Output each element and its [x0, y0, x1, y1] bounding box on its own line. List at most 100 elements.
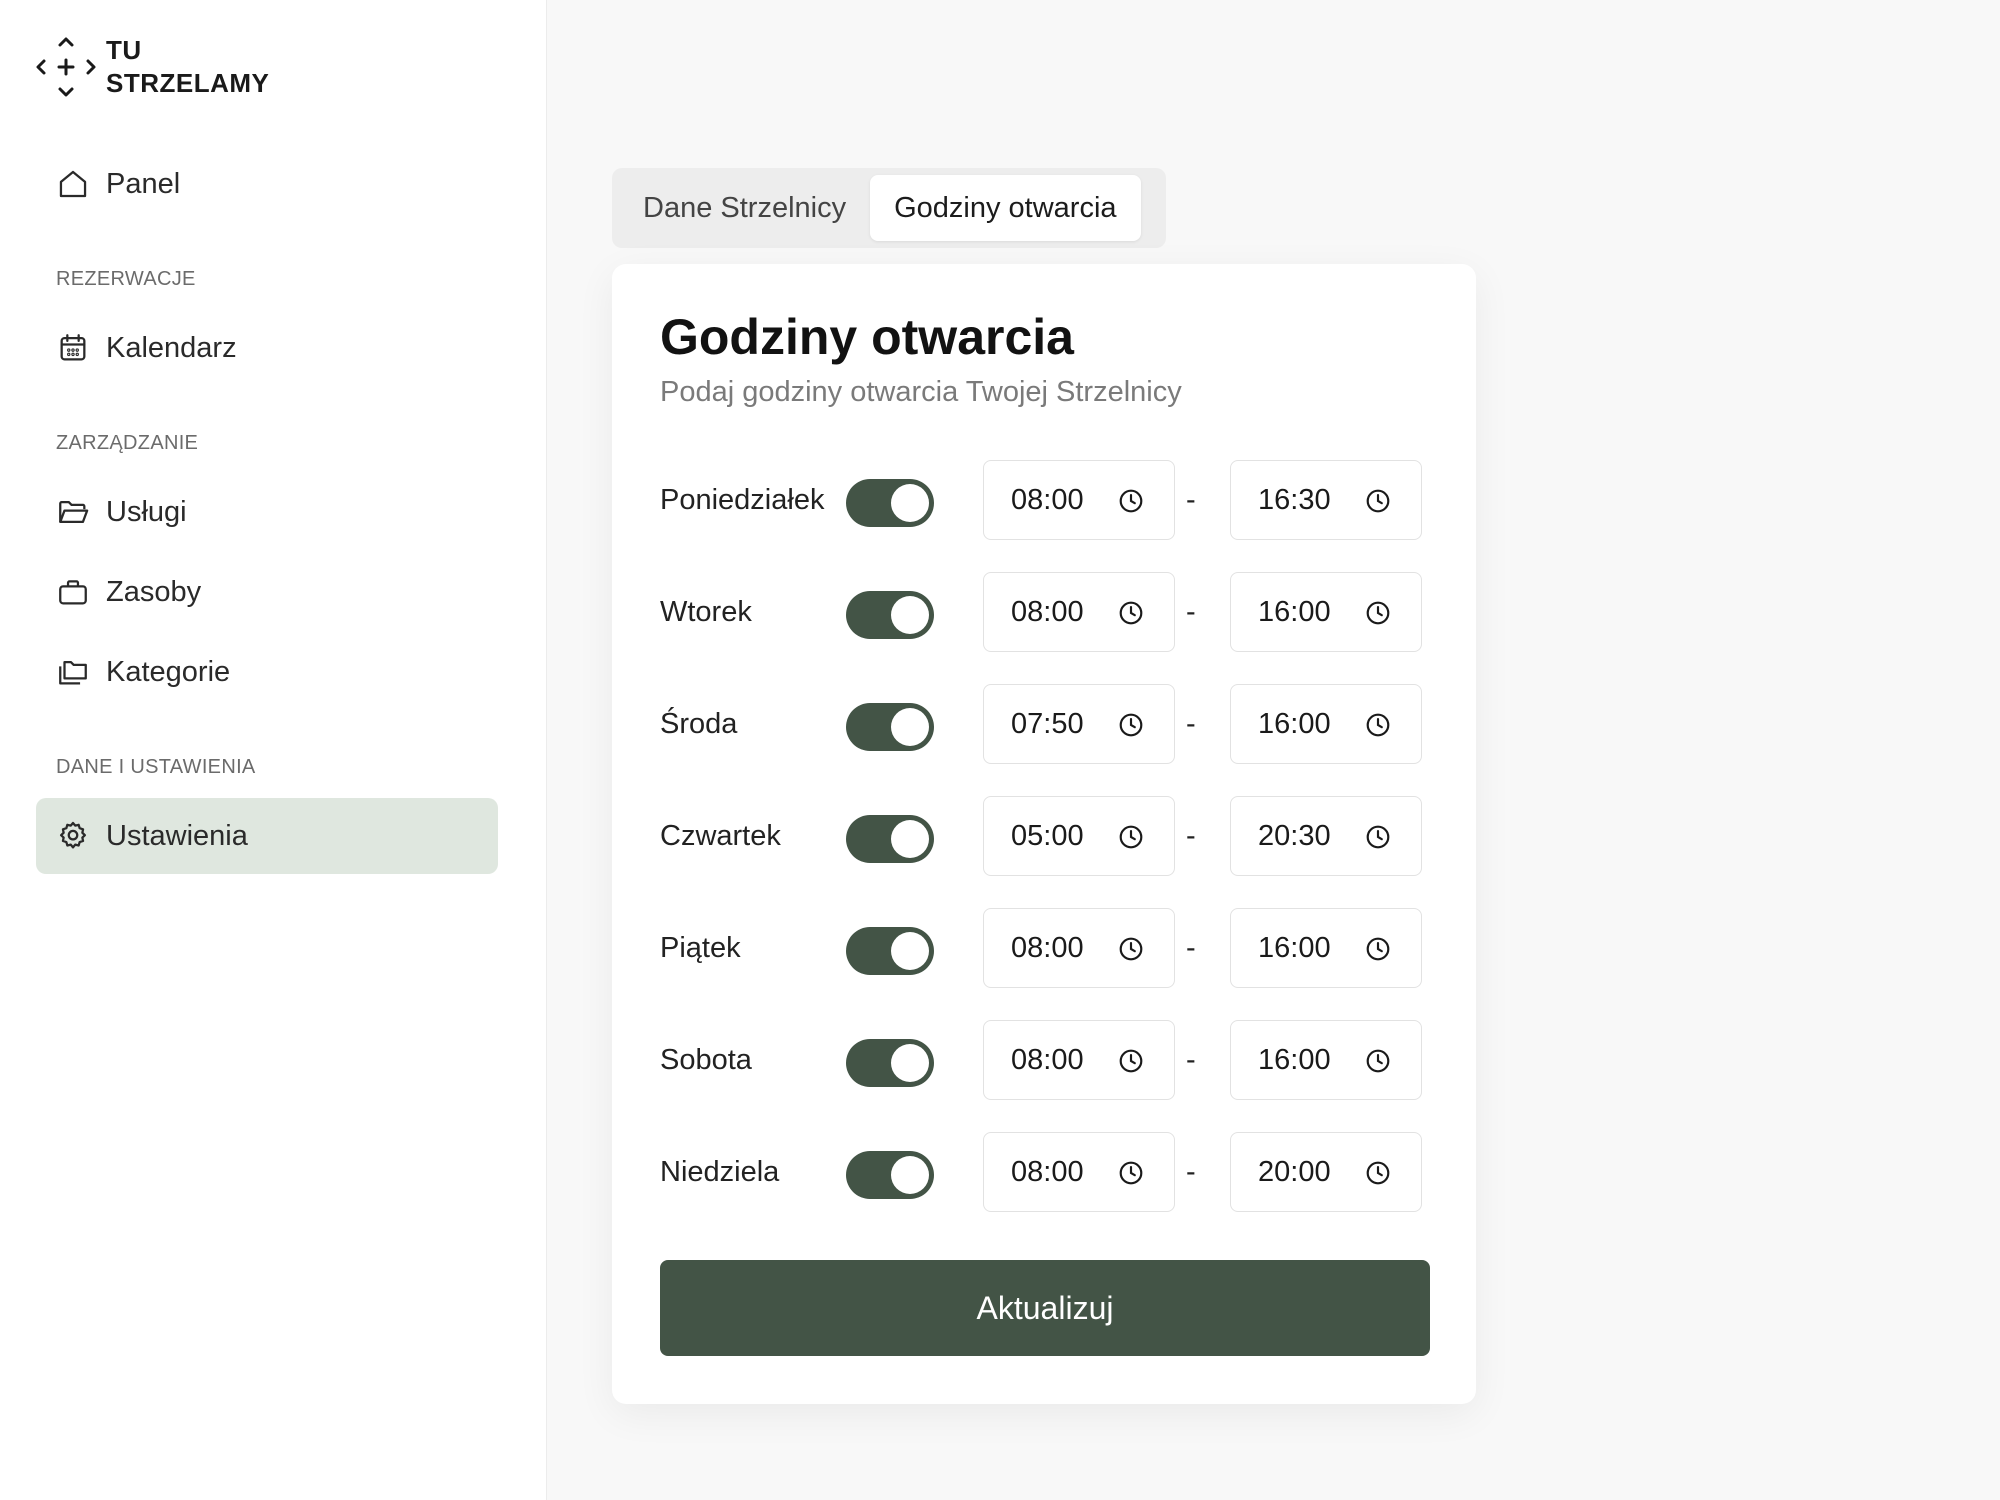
close-time-input[interactable]: 16:00	[1230, 572, 1422, 652]
sidebar-item-services[interactable]: Usługi	[36, 474, 498, 550]
close-time-value: 16:00	[1258, 707, 1331, 740]
open-time-input[interactable]: 08:00	[983, 460, 1175, 540]
open-time-input[interactable]: 05:00	[983, 796, 1175, 876]
day-row: Czwartek 05:00 - 20:30	[660, 796, 1430, 876]
time-range-separator: -	[1186, 819, 1196, 852]
day-row: Niedziela 08:00 - 20:00	[660, 1132, 1430, 1212]
day-enabled-toggle[interactable]	[846, 815, 934, 863]
close-time-input[interactable]: 16:00	[1230, 908, 1422, 988]
open-time-value: 05:00	[1011, 819, 1084, 852]
toggle-knob	[891, 820, 929, 858]
day-row: Piątek 08:00 - 16:00	[660, 908, 1430, 988]
tab-range-data[interactable]: Dane Strzelnicy	[619, 175, 870, 241]
clock-icon[interactable]	[1118, 488, 1144, 514]
sidebar: TU STRZELAMY Panel REZERWACJE Kalendarz …	[0, 0, 547, 1500]
time-range-separator: -	[1186, 595, 1196, 628]
day-label: Piątek	[660, 931, 741, 964]
update-button[interactable]: Aktualizuj	[660, 1260, 1430, 1356]
toggle-knob	[891, 1156, 929, 1194]
sidebar-item-resources[interactable]: Zasoby	[36, 554, 498, 630]
clock-icon[interactable]	[1118, 1160, 1144, 1186]
clock-icon[interactable]	[1365, 936, 1391, 962]
day-row: Środa 07:50 - 16:00	[660, 684, 1430, 764]
clock-icon[interactable]	[1365, 712, 1391, 738]
clock-icon[interactable]	[1365, 824, 1391, 850]
sidebar-item-categories[interactable]: Kategorie	[36, 634, 498, 710]
time-range-separator: -	[1186, 1043, 1196, 1076]
tab-opening-hours[interactable]: Godziny otwarcia	[870, 175, 1141, 241]
open-time-input[interactable]: 08:00	[983, 908, 1175, 988]
clock-icon[interactable]	[1365, 600, 1391, 626]
sidebar-item-settings[interactable]: Ustawienia	[36, 798, 498, 874]
sidebar-item-label: Panel	[106, 167, 181, 200]
day-enabled-toggle[interactable]	[846, 479, 934, 527]
crosshair-logo-icon	[36, 37, 96, 97]
day-enabled-toggle[interactable]	[846, 703, 934, 751]
section-label-reservations: REZERWACJE	[56, 268, 196, 290]
card-subtitle: Podaj godziny otwarcia Twojej Strzelnicy	[660, 376, 1182, 408]
day-label: Sobota	[660, 1043, 752, 1076]
opening-hours-card: Godziny otwarcia Podaj godziny otwarcia …	[612, 264, 1476, 1404]
calendar-icon	[56, 331, 90, 365]
day-label: Poniedziałek	[660, 483, 825, 516]
clock-icon[interactable]	[1118, 824, 1144, 850]
toggle-knob	[891, 596, 929, 634]
close-time-input[interactable]: 16:30	[1230, 460, 1422, 540]
day-row: Sobota 08:00 - 16:00	[660, 1020, 1430, 1100]
settings-tabs: Dane Strzelnicy Godziny otwarcia	[612, 168, 1166, 248]
home-icon	[56, 167, 90, 201]
close-time-value: 16:00	[1258, 1043, 1331, 1076]
section-label-data-settings: DANE I USTAWIENIA	[56, 756, 256, 778]
clock-icon[interactable]	[1118, 712, 1144, 738]
folders-icon	[56, 655, 90, 689]
close-time-value: 16:00	[1258, 595, 1331, 628]
sidebar-item-panel[interactable]: Panel	[36, 146, 498, 222]
day-enabled-toggle[interactable]	[846, 1039, 934, 1087]
day-label: Wtorek	[660, 595, 752, 628]
open-time-value: 07:50	[1011, 707, 1084, 740]
open-time-input[interactable]: 07:50	[983, 684, 1175, 764]
open-time-input[interactable]: 08:00	[983, 1132, 1175, 1212]
open-time-input[interactable]: 08:00	[983, 572, 1175, 652]
time-range-separator: -	[1186, 1155, 1196, 1188]
day-enabled-toggle[interactable]	[846, 591, 934, 639]
sidebar-item-label: Usługi	[106, 495, 187, 528]
sidebar-item-label: Ustawienia	[106, 819, 248, 852]
day-label: Niedziela	[660, 1155, 780, 1188]
close-time-value: 16:30	[1258, 483, 1331, 516]
sidebar-item-label: Kalendarz	[106, 331, 237, 364]
card-title: Godziny otwarcia	[660, 309, 1074, 365]
close-time-input[interactable]: 16:00	[1230, 684, 1422, 764]
open-time-value: 08:00	[1011, 483, 1084, 516]
clock-icon[interactable]	[1118, 936, 1144, 962]
open-time-value: 08:00	[1011, 931, 1084, 964]
day-label: Czwartek	[660, 819, 781, 852]
time-range-separator: -	[1186, 483, 1196, 516]
clock-icon[interactable]	[1118, 1048, 1144, 1074]
sidebar-item-calendar[interactable]: Kalendarz	[36, 310, 498, 386]
gear-icon	[56, 819, 90, 853]
toggle-knob	[891, 708, 929, 746]
brand-name: TU STRZELAMY	[106, 34, 269, 100]
day-enabled-toggle[interactable]	[846, 927, 934, 975]
open-time-input[interactable]: 08:00	[983, 1020, 1175, 1100]
day-enabled-toggle[interactable]	[846, 1151, 934, 1199]
toggle-knob	[891, 932, 929, 970]
close-time-value: 20:30	[1258, 819, 1331, 852]
sidebar-item-label: Kategorie	[106, 655, 231, 688]
clock-icon[interactable]	[1118, 600, 1144, 626]
clock-icon[interactable]	[1365, 1048, 1391, 1074]
briefcase-icon	[56, 575, 90, 609]
section-label-management: ZARZĄDZANIE	[56, 432, 199, 454]
toggle-knob	[891, 1044, 929, 1082]
close-time-input[interactable]: 20:30	[1230, 796, 1422, 876]
clock-icon[interactable]	[1365, 1160, 1391, 1186]
clock-icon[interactable]	[1365, 488, 1391, 514]
brand-logo[interactable]: TU STRZELAMY	[34, 34, 269, 100]
day-row: Wtorek 08:00 - 16:00	[660, 572, 1430, 652]
sidebar-item-label: Zasoby	[106, 575, 202, 608]
close-time-input[interactable]: 16:00	[1230, 1020, 1422, 1100]
time-range-separator: -	[1186, 931, 1196, 964]
close-time-input[interactable]: 20:00	[1230, 1132, 1422, 1212]
close-time-value: 20:00	[1258, 1155, 1331, 1188]
